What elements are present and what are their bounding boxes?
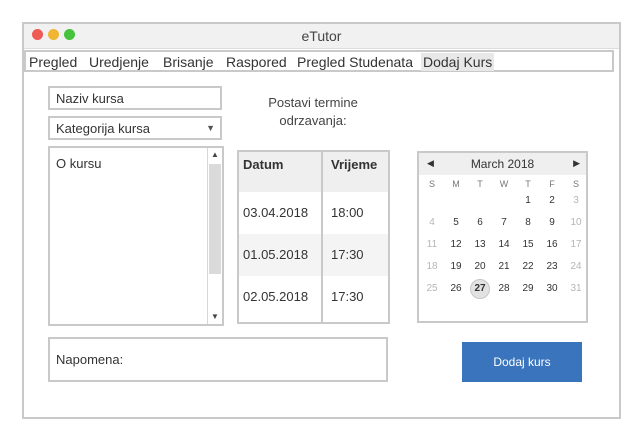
schedule-table: Datum Vrijeme 03.04.2018 18:00 01.05.201…: [237, 150, 390, 324]
calendar-weekday-label: T: [477, 179, 483, 189]
calendar-day[interactable]: 22: [516, 261, 540, 272]
menu-bar: Pregled Uredjenje Brisanje Raspored Preg…: [24, 50, 614, 72]
calendar-day[interactable]: 15: [516, 239, 540, 250]
calendar-day[interactable]: 6: [468, 217, 492, 228]
column-header-vrijeme: Vrijeme: [331, 157, 378, 172]
calendar-day[interactable]: 27: [468, 283, 492, 294]
scroll-up-icon[interactable]: ▲: [208, 148, 222, 162]
calendar-header: ◀ March 2018 ▶: [419, 153, 586, 175]
calendar-day[interactable]: 13: [468, 239, 492, 250]
calendar-day[interactable]: 9: [540, 217, 564, 228]
menu-item-pregled[interactable]: Pregled: [27, 53, 79, 71]
table-cell-time: 18:00: [331, 205, 364, 220]
calendar-day[interactable]: 7: [492, 217, 516, 228]
calendar-day[interactable]: 3: [564, 195, 588, 206]
scroll-down-icon[interactable]: ▼: [208, 310, 222, 324]
calendar-day[interactable]: 16: [540, 239, 564, 250]
date-picker-calendar: ◀ March 2018 ▶ S M T W T F S 1 2 3 4 5 6 7 8 9 10 11 12 13 1…: [417, 151, 588, 323]
menu-item-dodaj-kurs[interactable]: Dodaj Kurs: [421, 53, 495, 71]
table-row[interactable]: 03.04.2018 18:00: [239, 192, 388, 234]
calendar-day[interactable]: 12: [444, 239, 468, 250]
calendar-day[interactable]: 18: [420, 261, 444, 272]
calendar-day[interactable]: 19: [444, 261, 468, 272]
course-about-placeholder: O kursu: [56, 156, 102, 171]
calendar-day[interactable]: 25: [420, 283, 444, 294]
calendar-day[interactable]: 14: [492, 239, 516, 250]
table-cell-time: 17:30: [331, 289, 364, 304]
calendar-weekday-label: T: [525, 179, 531, 189]
about-scrollbar[interactable]: ▲ ▼: [207, 148, 222, 324]
table-cell-time: 17:30: [331, 247, 364, 262]
menu-item-uredjenje[interactable]: Uredjenje: [87, 53, 151, 71]
calendar-weekday-label: S: [428, 179, 435, 189]
calendar-month-label: March 2018: [470, 157, 535, 171]
calendar-day[interactable]: 30: [540, 283, 564, 294]
table-header: Datum Vrijeme: [239, 152, 388, 192]
calendar-day[interactable]: 8: [516, 217, 540, 228]
calendar-day[interactable]: 2: [540, 195, 564, 206]
calendar-day[interactable]: 26: [444, 283, 468, 294]
calendar-day[interactable]: 20: [468, 261, 492, 272]
course-name-input[interactable]: Naziv kursa: [48, 86, 222, 110]
window-title: eTutor: [301, 28, 342, 44]
calendar-day[interactable]: 4: [420, 217, 444, 228]
course-about-textarea[interactable]: O kursu ▲ ▼: [48, 146, 224, 326]
calendar-day[interactable]: 1: [516, 195, 540, 206]
column-header-datum: Datum: [243, 157, 284, 172]
calendar-day[interactable]: 24: [564, 261, 588, 272]
course-category-placeholder: Kategorija kursa: [56, 121, 150, 136]
calendar-day[interactable]: 11: [420, 239, 444, 250]
calendar-weekday-label: F: [549, 179, 555, 189]
scrollbar-thumb[interactable]: [209, 164, 221, 274]
schedule-label-line1: Postavi termine: [268, 95, 358, 110]
triangle-right-icon[interactable]: ▶: [573, 158, 580, 169]
calendar-day[interactable]: 17: [564, 239, 588, 250]
calendar-day[interactable]: 29: [516, 283, 540, 294]
calendar-day[interactable]: 31: [564, 283, 588, 294]
note-input[interactable]: Napomena:: [48, 337, 388, 382]
calendar-day[interactable]: 5: [444, 217, 468, 228]
calendar-weekday-label: S: [572, 179, 579, 189]
table-row[interactable]: 02.05.2018 17:30: [239, 276, 388, 318]
menu-item-brisanje[interactable]: Brisanje: [161, 53, 216, 71]
add-course-button[interactable]: Dodaj kurs: [462, 342, 582, 382]
menu-item-pregled-studenata[interactable]: Pregled Studenata: [295, 53, 415, 71]
menu-item-raspored[interactable]: Raspored: [224, 53, 289, 71]
column-divider: [321, 152, 323, 322]
table-cell-date: 01.05.2018: [243, 247, 309, 262]
table-row[interactable]: 01.05.2018 17:30: [239, 234, 388, 276]
calendar-day[interactable]: 28: [492, 283, 516, 294]
app-window: eTutor Pregled Uredjenje Brisanje Raspor…: [22, 22, 621, 419]
calendar-day[interactable]: 10: [564, 217, 588, 228]
chevron-down-icon[interactable]: ▼: [206, 123, 215, 133]
table-cell-date: 03.04.2018: [243, 205, 309, 220]
calendar-weekday-label: W: [499, 179, 509, 189]
note-placeholder: Napomena:: [56, 352, 124, 367]
title-bar: eTutor: [24, 24, 619, 49]
course-category-select[interactable]: Kategorija kursa ▼: [48, 116, 222, 140]
calendar-day[interactable]: 21: [492, 261, 516, 272]
calendar-day[interactable]: 23: [540, 261, 564, 272]
table-cell-date: 02.05.2018: [243, 289, 309, 304]
calendar-weekday-label: M: [452, 179, 460, 189]
course-name-placeholder: Naziv kursa: [56, 91, 124, 106]
schedule-label-line2: odrzavanja:: [279, 113, 347, 128]
schedule-label: Postavi termine odrzavanja:: [252, 94, 374, 130]
